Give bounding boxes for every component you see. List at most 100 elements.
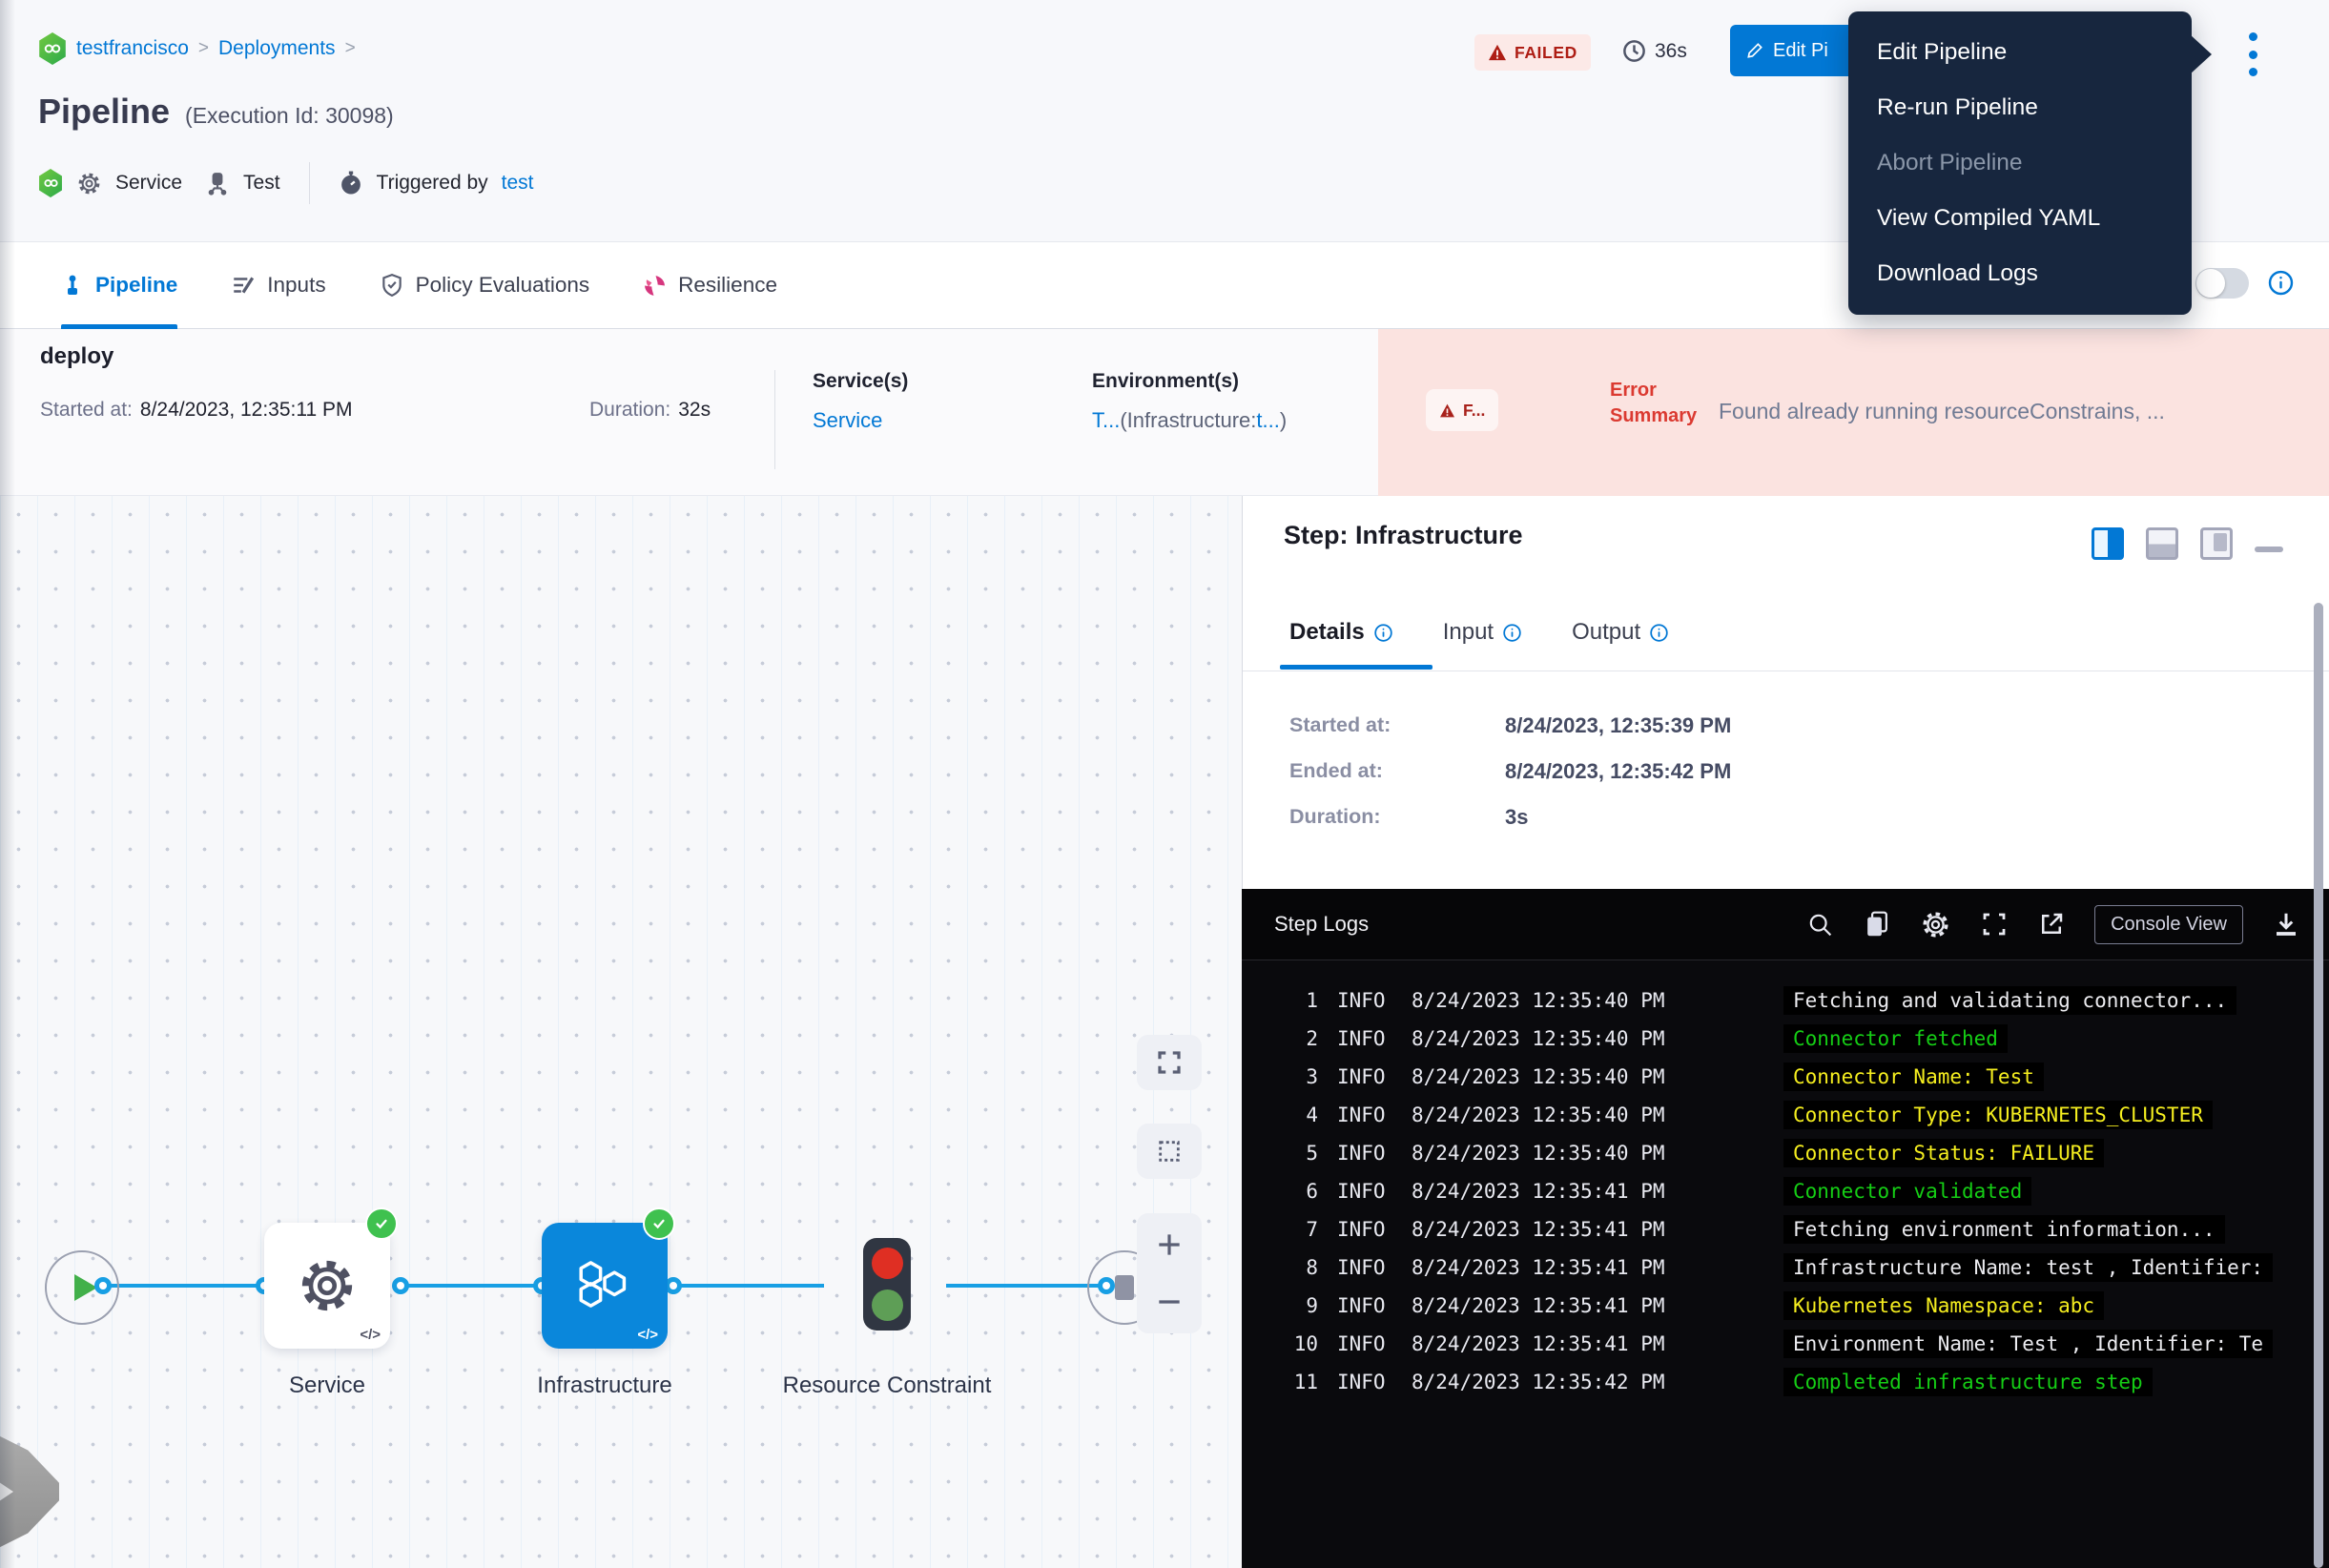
menu-item[interactable]: Re-run Pipeline	[1848, 80, 2192, 135]
fullscreen-icon	[1155, 1048, 1184, 1077]
step-panel-tabs: Details Input Output	[1289, 609, 1669, 656]
canvas-fullscreen-button[interactable]	[1137, 1035, 1202, 1090]
step-logs-title: Step Logs	[1274, 912, 1369, 937]
tab-input[interactable]: Input	[1443, 619, 1522, 646]
bottom-view-icon[interactable]	[2146, 527, 2178, 560]
node-label: Infrastructure	[537, 1366, 671, 1405]
service-step-node[interactable]: </>	[264, 1223, 390, 1349]
breadcrumb-deployments-link[interactable]: Deployments	[218, 37, 336, 60]
menu-item[interactable]: View Compiled YAML	[1848, 191, 2192, 246]
log-line: 7 INFO 8/24/2023 12:35:41 PM Fetching en…	[1276, 1210, 2329, 1248]
menu-beak	[2190, 34, 2212, 74]
status-badge: FAILED	[1474, 34, 1591, 71]
service-link[interactable]: Service	[813, 408, 882, 432]
stop-icon	[1115, 1275, 1134, 1300]
info-icon[interactable]	[1649, 623, 1669, 643]
environment-infra-text: (Infrastructure:	[1120, 408, 1256, 432]
infrastructure-link[interactable]: t...	[1256, 408, 1279, 432]
copy-icon[interactable]	[1863, 909, 1891, 939]
triggered-by-label: Triggered by	[377, 172, 488, 195]
expand-fullscreen-icon[interactable]	[1980, 910, 2009, 939]
resource-constraint-node[interactable]	[863, 1238, 911, 1331]
environment-link[interactable]: T...	[1092, 408, 1120, 432]
services-label: Service(s)	[813, 370, 908, 393]
zoom-controls	[1137, 1213, 1202, 1333]
detail-ended-at: Ended at:8/24/2023, 12:35:42 PM	[1289, 759, 1731, 797]
log-line: 11 INFO 8/24/2023 12:35:42 PM Completed …	[1276, 1363, 2329, 1401]
console-view-button[interactable]: Console View	[2094, 905, 2243, 944]
tab-policy-evaluations[interactable]: Policy Evaluations	[380, 241, 590, 329]
panel-scrollbar[interactable]	[2314, 603, 2323, 1568]
started-at-value: 8/24/2023, 12:35:11 PM	[140, 399, 353, 422]
breadcrumb-separator: >	[345, 38, 356, 59]
clock-icon	[1621, 38, 1647, 64]
port	[94, 1277, 112, 1294]
code-badge: </>	[637, 1327, 658, 1343]
canvas-select-button[interactable]	[1137, 1124, 1202, 1179]
log-lines[interactable]: 1 INFO 8/24/2023 12:35:40 PM Fetching an…	[1242, 960, 2329, 1568]
resilience-icon	[643, 274, 667, 298]
log-line: 2 INFO 8/24/2023 12:35:40 PM Connector f…	[1276, 1020, 2329, 1058]
traffic-light-red	[872, 1248, 903, 1279]
log-line: 8 INFO 8/24/2023 12:35:41 PM Infrastruct…	[1276, 1248, 2329, 1287]
error-summary-label: Error Summary	[1610, 378, 1724, 429]
open-external-icon[interactable]	[2037, 910, 2066, 939]
inputs-icon	[231, 273, 256, 298]
info-icon[interactable]	[1373, 623, 1393, 643]
warning-icon	[1488, 44, 1507, 61]
log-line: 3 INFO 8/24/2023 12:35:40 PM Connector N…	[1276, 1058, 2329, 1096]
environment-name: Test	[243, 172, 280, 195]
stage-name: deploy	[40, 343, 113, 370]
panel-expand-handle[interactable]	[0, 1429, 59, 1555]
hexagons-icon	[571, 1252, 638, 1319]
success-check-icon	[365, 1207, 398, 1240]
search-icon[interactable]	[1806, 911, 1834, 939]
duration-label: Duration:	[589, 399, 670, 422]
minus-icon	[1154, 1287, 1185, 1317]
stopwatch-icon	[339, 171, 363, 196]
gear-icon	[76, 171, 102, 196]
pipeline-canvas[interactable]: </> Service </> Infrastructure Resource …	[0, 496, 1242, 1568]
gear-icon	[296, 1254, 359, 1317]
more-options-kebab-icon[interactable]	[2247, 32, 2258, 76]
service-name: Service	[115, 172, 182, 195]
execution-meta-row: Service Test Triggered by test	[38, 162, 534, 204]
code-badge: </>	[360, 1327, 381, 1343]
right-view-icon[interactable]	[2200, 527, 2233, 560]
panel-layout-switcher	[2092, 527, 2283, 560]
environments-label: Environment(s)	[1092, 370, 1287, 393]
zoom-out-button[interactable]	[1137, 1276, 1202, 1328]
menu-item[interactable]: Abort Pipeline	[1848, 135, 2192, 191]
tab-resilience[interactable]: Resilience	[643, 241, 777, 329]
view-toggle[interactable]	[2195, 268, 2249, 299]
node-label: Resource Constraint	[782, 1366, 992, 1405]
page-title: Pipeline	[38, 92, 170, 132]
menu-item[interactable]: Edit Pipeline	[1848, 25, 2192, 80]
menu-item[interactable]: Download Logs	[1848, 246, 2192, 301]
tab-inputs[interactable]: Inputs	[231, 241, 325, 329]
info-icon[interactable]	[1502, 623, 1522, 643]
connector-line	[946, 1284, 1106, 1288]
pipeline-icon	[61, 274, 84, 297]
triggered-by-user-link[interactable]: test	[502, 172, 534, 195]
log-line: 9 INFO 8/24/2023 12:35:41 PM Kubernetes …	[1276, 1287, 2329, 1325]
step-panel-title: Step: Infrastructure	[1284, 521, 1523, 550]
info-icon[interactable]	[2267, 269, 2295, 297]
pipeline-execution-page: testfrancisco > Deployments > Pipeline (…	[0, 0, 2329, 1568]
tab-output[interactable]: Output	[1572, 619, 1669, 646]
node-label: Service	[289, 1366, 365, 1405]
tab-pipeline[interactable]: Pipeline	[61, 241, 177, 329]
tab-details[interactable]: Details	[1289, 619, 1393, 646]
minimize-panel-icon[interactable]	[2255, 547, 2283, 552]
error-summary-message: Found already running resourceConstrains…	[1719, 399, 2310, 424]
download-icon[interactable]	[2272, 910, 2300, 939]
split-view-icon[interactable]	[2092, 527, 2124, 560]
page-title-row: Pipeline (Execution Id: 30098)	[38, 92, 394, 132]
harness-logo-icon	[38, 169, 63, 197]
zoom-in-button[interactable]	[1137, 1219, 1202, 1270]
chevron-right-icon	[0, 1480, 13, 1503]
log-settings-gear-icon[interactable]	[1920, 909, 1951, 940]
detail-duration: Duration:3s	[1289, 805, 1528, 843]
infrastructure-step-node[interactable]: </>	[542, 1223, 668, 1349]
breadcrumb-project-link[interactable]: testfrancisco	[76, 37, 189, 60]
